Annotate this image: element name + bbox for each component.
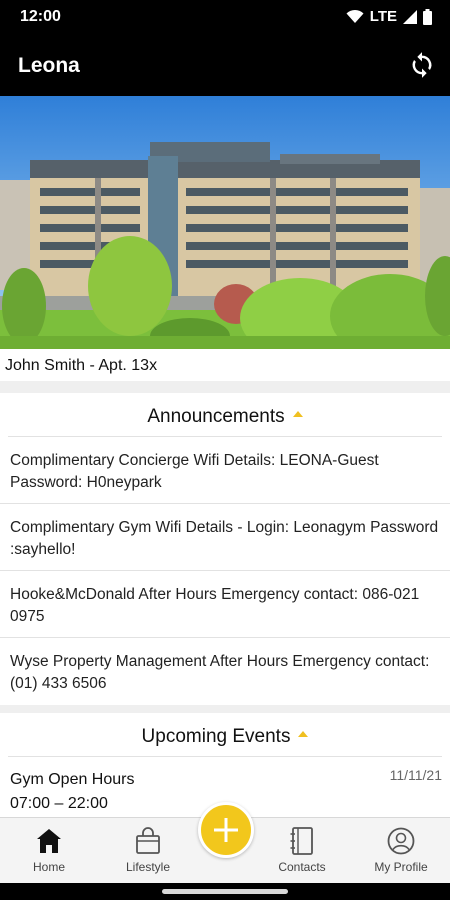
announcement-text: Complimentary Concierge Wifi Details: LE… bbox=[10, 452, 379, 491]
battery-icon bbox=[423, 8, 432, 25]
nav-label-contacts: Contacts bbox=[278, 860, 326, 874]
status-time: 12:00 bbox=[20, 8, 61, 25]
announcement-text: Hooke&McDonald After Hours Emergency con… bbox=[10, 586, 420, 625]
nav-label-my-profile: My Profile bbox=[374, 860, 428, 874]
add-button[interactable] bbox=[198, 802, 254, 858]
events-header[interactable]: Upcoming Events bbox=[8, 713, 442, 757]
app-bar: Leona bbox=[0, 34, 450, 96]
building-photo bbox=[0, 96, 450, 349]
event-name: Gym Open Hours bbox=[10, 771, 135, 788]
announcement-item[interactable]: Complimentary Concierge Wifi Details: LE… bbox=[0, 437, 450, 504]
collapse-caret-icon[interactable] bbox=[292, 410, 303, 417]
shopping-bag-icon bbox=[136, 827, 160, 854]
nav-item-my-profile[interactable]: My Profile bbox=[356, 826, 446, 874]
announcements-header[interactable]: Announcements bbox=[8, 393, 442, 437]
announcement-item[interactable]: Complimentary Gym Wifi Details - Login: … bbox=[0, 504, 450, 571]
announcement-item[interactable]: Wyse Property Management After Hours Eme… bbox=[0, 638, 450, 705]
main-content[interactable]: John Smith - Apt. 13x Announcements Comp… bbox=[0, 96, 450, 817]
events-title: Upcoming Events bbox=[141, 726, 291, 747]
announcement-item[interactable]: Hooke&McDonald After Hours Emergency con… bbox=[0, 571, 450, 638]
home-gesture-handle[interactable] bbox=[162, 889, 288, 894]
signal-icon bbox=[403, 9, 417, 24]
announcements-card: Announcements Complimentary Concierge Wi… bbox=[0, 393, 450, 705]
refresh-icon[interactable] bbox=[408, 51, 436, 79]
nav-item-contacts[interactable]: Contacts bbox=[257, 826, 347, 874]
nav-label-home: Home bbox=[32, 860, 65, 874]
event-time: 07:00 – 22:00 bbox=[10, 795, 108, 812]
bottom-navigation: Home Lifestyle Contacts My Profile bbox=[0, 802, 450, 883]
contacts-book-icon bbox=[290, 827, 313, 855]
network-label: LTE bbox=[369, 8, 397, 25]
collapse-caret-icon[interactable] bbox=[298, 730, 309, 737]
gesture-bar bbox=[0, 883, 450, 900]
resident-info: John Smith - Apt. 13x bbox=[0, 349, 450, 381]
status-icons: LTE bbox=[346, 8, 432, 25]
profile-icon bbox=[387, 827, 415, 855]
nav-label-lifestyle: Lifestyle bbox=[125, 860, 171, 874]
home-icon bbox=[37, 829, 61, 853]
announcements-title: Announcements bbox=[147, 406, 285, 427]
event-date: 11/11/21 bbox=[389, 767, 442, 783]
announcement-text: Wyse Property Management After Hours Eme… bbox=[10, 653, 430, 692]
nav-item-lifestyle[interactable]: Lifestyle bbox=[103, 826, 193, 874]
plus-icon bbox=[214, 818, 238, 842]
announcement-text: Complimentary Gym Wifi Details - Login: … bbox=[10, 519, 439, 558]
nav-item-home[interactable]: Home bbox=[4, 826, 94, 874]
status-bar: 12:00 LTE bbox=[0, 0, 450, 34]
wifi-icon bbox=[346, 9, 364, 23]
resident-label: John Smith - Apt. 13x bbox=[5, 357, 158, 374]
app-title: Leona bbox=[18, 54, 80, 77]
